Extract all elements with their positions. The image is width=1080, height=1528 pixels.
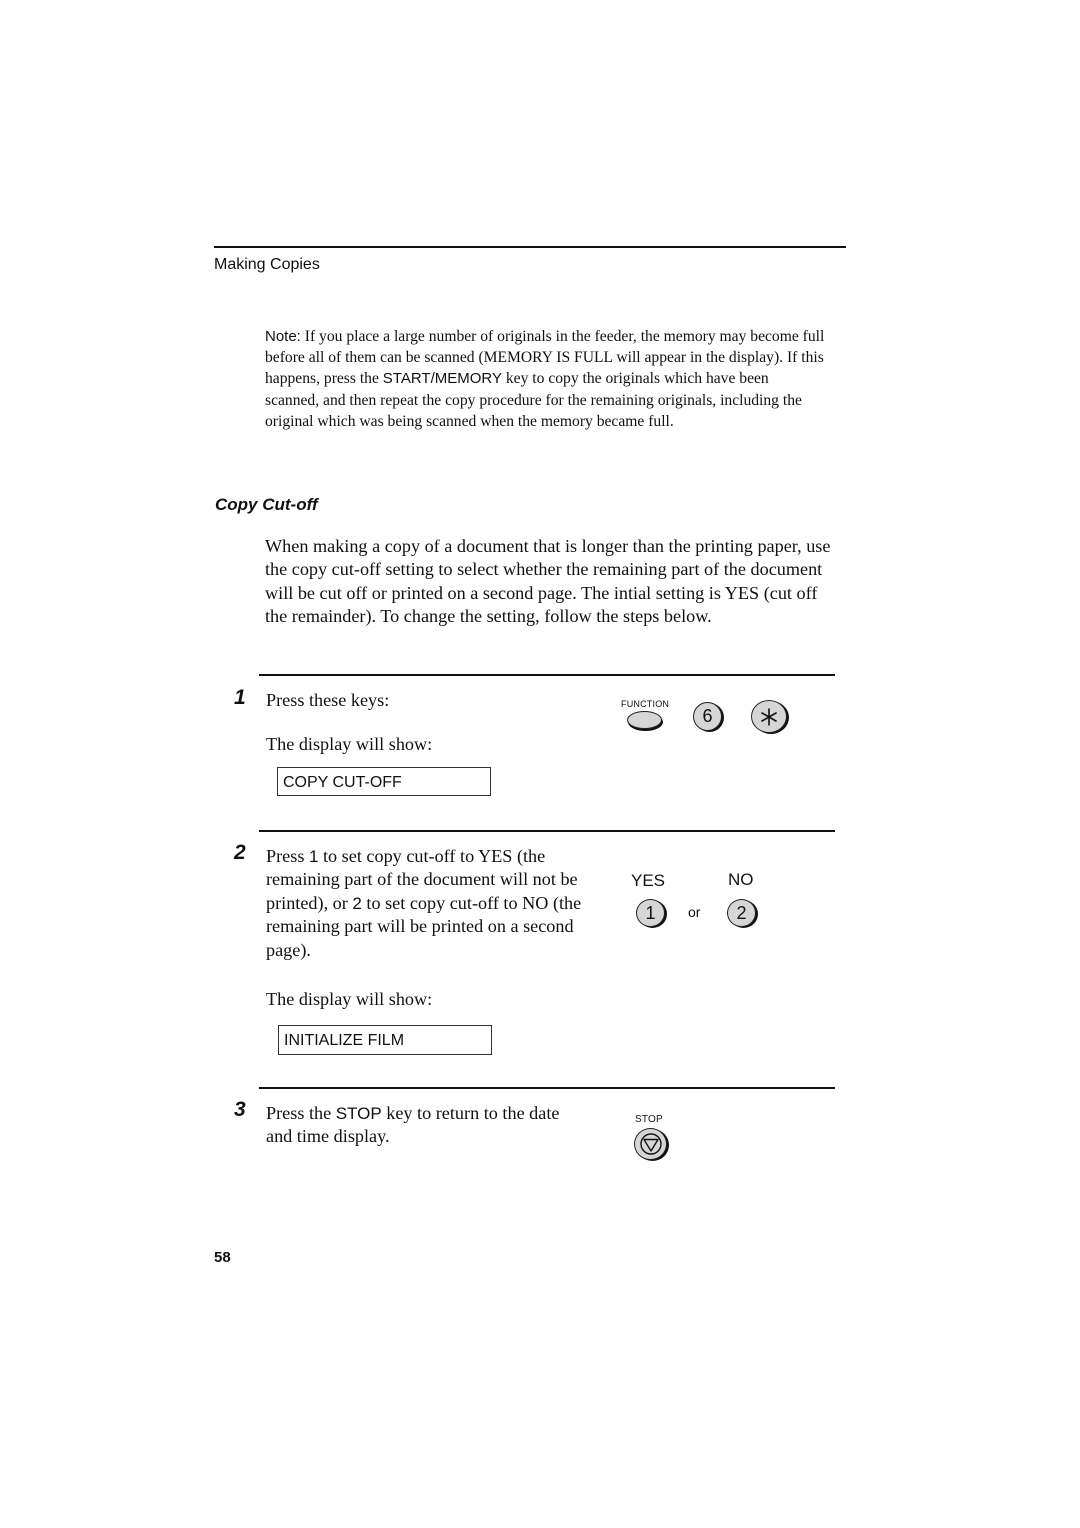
step-1-number: 1 bbox=[234, 686, 246, 709]
stop-key-label: STOP bbox=[635, 1114, 663, 1125]
step-1-display-label: The display will show: bbox=[266, 734, 433, 754]
step-2-instruction: Press 1 to set copy cut-off to YES (the … bbox=[266, 846, 582, 960]
yes-label: YES bbox=[631, 871, 666, 890]
step-2-number: 2 bbox=[234, 841, 246, 864]
intro-paragraph: When making a copy of a document that is… bbox=[265, 536, 831, 627]
header-rule bbox=[214, 246, 846, 248]
page-number: 58 bbox=[214, 1249, 231, 1266]
no-label: NO bbox=[728, 870, 754, 889]
step-3-rule bbox=[259, 1087, 835, 1089]
step-3-instruction: Press the STOP key to return to the date… bbox=[266, 1103, 560, 1147]
no-key-name: 2 bbox=[352, 893, 362, 913]
step-2-display-readout: INITIALIZE FILM bbox=[278, 1025, 492, 1055]
step-3-number: 3 bbox=[234, 1098, 246, 1121]
section-title: Copy Cut-off bbox=[215, 495, 318, 514]
key-1-yes[interactable]: 1 bbox=[636, 899, 665, 927]
stop-key-name: STOP bbox=[335, 1104, 382, 1123]
note-label: Note: bbox=[265, 328, 301, 345]
step-1-instruction: Press these keys: bbox=[266, 690, 390, 710]
or-separator: or bbox=[688, 904, 701, 920]
step-2-display-label: The display will show: bbox=[266, 989, 433, 1009]
function-key[interactable] bbox=[627, 711, 662, 729]
step-2-rule bbox=[259, 830, 835, 832]
stop-triangle-icon bbox=[639, 1133, 662, 1155]
key-2-no[interactable]: 2 bbox=[727, 899, 756, 927]
step-1-display-readout: COPY CUT-OFF bbox=[277, 767, 491, 796]
running-header: Making Copies bbox=[214, 256, 320, 273]
asterisk-icon bbox=[761, 707, 777, 726]
function-key-label: FUNCTION bbox=[621, 699, 670, 709]
star-key[interactable] bbox=[751, 700, 787, 733]
step-1-rule bbox=[259, 674, 835, 676]
start-memory-key-name: START/MEMORY bbox=[382, 370, 502, 388]
note-paragraph: Note: If you place a large number of ori… bbox=[265, 328, 825, 430]
digit-6-key[interactable]: 6 bbox=[693, 702, 722, 731]
stop-key[interactable] bbox=[634, 1128, 667, 1160]
yes-key-name: 1 bbox=[308, 847, 319, 866]
